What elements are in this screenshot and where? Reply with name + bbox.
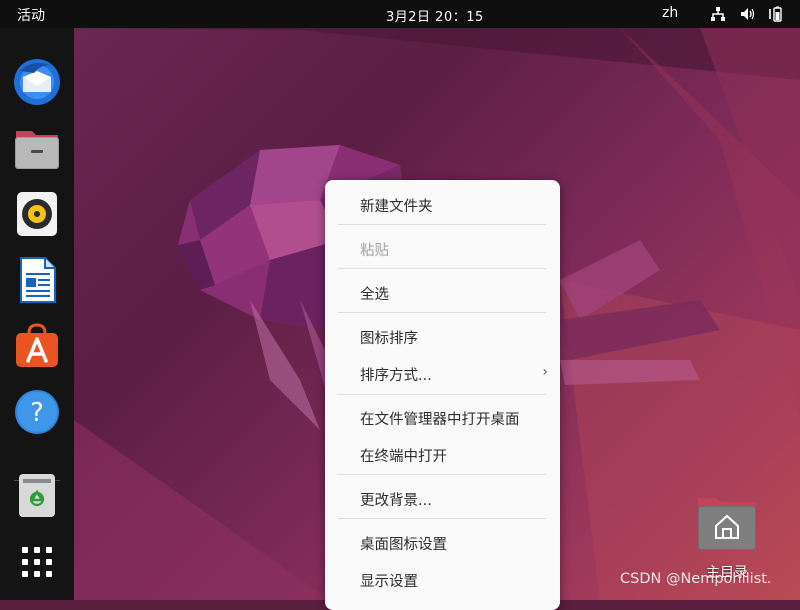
- menu-separator: [338, 312, 546, 313]
- menu-item-label: 桌面图标设置: [360, 537, 447, 553]
- menu-item-change-background[interactable]: 更改背景...: [325, 483, 560, 513]
- menu-item-sort-by[interactable]: 排序方式... ›: [325, 358, 560, 388]
- menu-separator: [338, 394, 546, 395]
- menu-item-label: 在终端中打开: [360, 449, 447, 465]
- chevron-right-icon: ›: [542, 364, 548, 380]
- menu-item-display-settings[interactable]: 显示设置: [325, 564, 560, 594]
- home-folder-icon: [698, 498, 756, 550]
- home-folder-desktop-icon[interactable]: 主目录: [694, 496, 760, 581]
- menu-separator: [338, 474, 546, 475]
- battery-icon[interactable]: [768, 6, 784, 22]
- menu-item-label: 显示设置: [360, 574, 418, 590]
- svg-text:?: ?: [30, 398, 44, 428]
- clock[interactable]: 3月2日 20：15: [386, 6, 484, 25]
- menu-item-label: 在文件管理器中打开桌面: [360, 412, 520, 428]
- show-apps-grid-icon[interactable]: [12, 537, 62, 587]
- menu-item-select-all[interactable]: 全选: [325, 277, 560, 307]
- menu-item-open-desktop-in-files[interactable]: 在文件管理器中打开桌面: [325, 402, 560, 432]
- desktop-context-menu: 新建文件夹 粘贴 全选 图标排序 排序方式... › 在文件管理器中打开桌面 在…: [325, 180, 560, 610]
- network-wired-icon[interactable]: [710, 6, 726, 22]
- watermark: CSDN @Nempohilist.: [620, 571, 772, 587]
- thunderbird-icon[interactable]: [12, 57, 62, 107]
- menu-item-label: 全选: [360, 287, 389, 303]
- menu-item-open-in-terminal[interactable]: 在终端中打开: [325, 439, 560, 469]
- menu-item-new-folder[interactable]: 新建文件夹: [325, 189, 560, 219]
- menu-item-paste: 粘贴: [325, 233, 560, 263]
- menu-item-desktop-icon-settings[interactable]: 桌面图标设置: [325, 527, 560, 557]
- menu-item-label: 图标排序: [360, 331, 418, 347]
- dock: ?: [0, 28, 74, 600]
- ubuntu-software-icon[interactable]: [12, 321, 62, 371]
- menu-separator: [338, 268, 546, 269]
- libreoffice-writer-icon[interactable]: [12, 255, 62, 305]
- activities-button[interactable]: 活动: [17, 5, 45, 25]
- menu-item-label: 更改背景...: [360, 493, 432, 509]
- input-language-indicator[interactable]: zh: [662, 5, 678, 21]
- files-icon[interactable]: [12, 123, 62, 173]
- menu-separator: [338, 224, 546, 225]
- menu-item-label: 新建文件夹: [360, 199, 433, 215]
- menu-item-label: 排序方式...: [360, 368, 432, 384]
- menu-item-arrange-icons[interactable]: 图标排序: [325, 321, 560, 351]
- rhythmbox-icon[interactable]: [12, 189, 62, 239]
- help-icon[interactable]: ?: [12, 387, 62, 437]
- menu-item-label: 粘贴: [360, 243, 389, 259]
- trash-icon[interactable]: [12, 470, 62, 520]
- volume-icon[interactable]: [739, 6, 755, 22]
- top-bar: 活动 3月2日 20：15 zh: [0, 0, 800, 28]
- menu-separator: [338, 518, 546, 519]
